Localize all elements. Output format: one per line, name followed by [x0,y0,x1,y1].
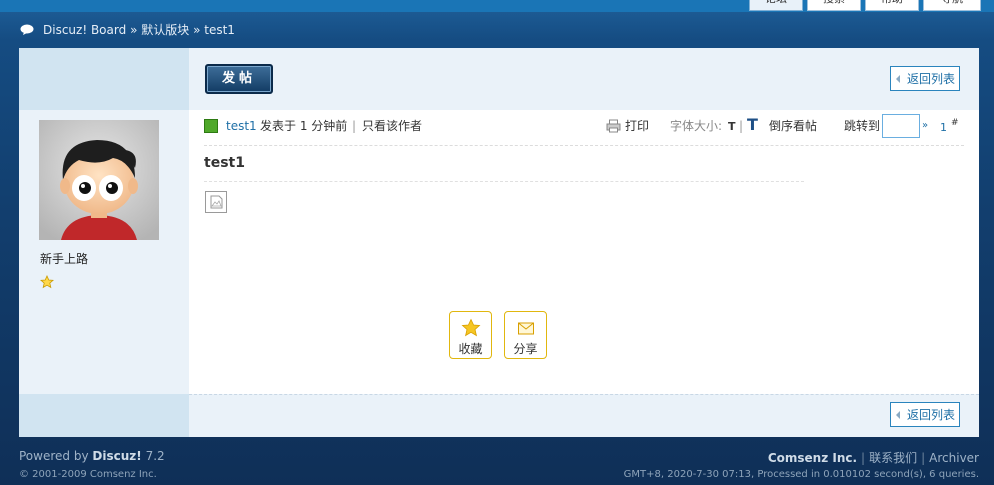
floor-hash: # [951,118,959,128]
sidebar-footer [19,394,189,437]
tab-search[interactable]: 搜索 [807,0,861,11]
reverse-order-link[interactable]: 倒序看帖 [769,118,817,134]
star-icon [40,275,54,292]
breadcrumb-forum-link[interactable]: Discuz! Board [43,23,126,37]
discuz-link[interactable]: Discuz! [92,449,141,463]
post-meta-bar: test1 发表于 1 分钟前 | 只看该作者 打印 字体大小: T | T 倒… [204,114,964,142]
broken-image-icon[interactable] [205,191,227,213]
favorite-button[interactable]: 收藏 [449,311,492,359]
user-online-icon [204,119,218,133]
powered-by: Powered by Discuz! 7.2 [19,449,165,463]
back-to-list-button-top[interactable]: 返回列表 [890,66,960,91]
tab-navigation[interactable]: 导航 [923,0,981,11]
company-link[interactable]: Comsenz Inc. [768,451,857,465]
contact-link[interactable]: 联系我们 [869,451,917,465]
powered-prefix: Powered by [19,449,89,463]
thread-footer-bar [189,394,979,437]
archiver-link[interactable]: Archiver [929,451,979,465]
copyright: © 2001-2009 Comsenz Inc. [19,469,157,480]
tab-help[interactable]: 帮助 [865,0,919,11]
new-post-button[interactable]: 发帖 [205,64,273,94]
back-to-list-label: 返回列表 [907,408,956,422]
font-sep: | [739,119,744,133]
only-author-link[interactable]: 只看该作者 [362,118,422,134]
thread-header-bar [189,48,979,110]
footer-links: Comsenz Inc. | 联系我们 | Archiver [768,449,979,466]
share-button[interactable]: 分享 [504,311,547,359]
page-stats: GMT+8, 2020-7-30 07:13, Processed in 0.0… [623,469,979,480]
jump-to-label: 跳转到 [844,119,881,133]
breadcrumb-thread: test1 [204,23,235,37]
font-small-button[interactable]: T [728,119,736,135]
jump-go-button[interactable]: » [922,118,928,134]
author-link[interactable]: test1 [226,118,257,134]
thread-panel: 发帖 返回列表 新手上路 test1 发表于 1 分钟前 | 只看该作者 打印 … [19,48,979,437]
sidebar-header [19,48,189,110]
powered-version: 7.2 [145,449,165,463]
meta-divider [204,145,964,146]
share-label: 分享 [513,342,538,356]
breadcrumb-sep: » [130,23,138,37]
back-to-list-label: 返回列表 [907,72,956,86]
top-nav: 论坛 搜索 帮助 导航 [0,0,994,12]
envelope-icon [516,318,536,341]
avatar[interactable] [39,120,159,240]
footer-sep: | [861,451,866,465]
tab-forum[interactable]: 论坛 [749,0,803,11]
floor-number[interactable]: 1 [940,120,947,136]
breadcrumb-board-link[interactable]: 默认版块 [141,23,189,37]
back-to-list-button-bottom[interactable]: 返回列表 [890,402,960,427]
font-size-label: 字体大小: [670,119,723,133]
title-divider [204,181,804,182]
home-bubble-icon[interactable] [20,24,35,40]
favorite-label: 收藏 [458,342,483,356]
jump-to-floor-input[interactable] [882,114,920,138]
meta-sep: | [352,119,357,133]
footer-sep: | [921,451,926,465]
arrow-left-icon [896,75,900,83]
arrow-left-icon [896,411,900,419]
breadcrumb: Discuz! Board » 默认版块 » test1 [20,22,235,38]
font-large-button[interactable]: T [747,117,758,133]
user-rank: 新手上路 [40,252,89,266]
printer-icon[interactable] [606,119,621,137]
print-link[interactable]: 打印 [625,118,649,134]
post-title: test1 [204,155,245,171]
breadcrumb-sep: » [193,23,201,37]
star-icon [461,318,481,341]
post-time: 发表于 1 分钟前 [260,119,348,133]
